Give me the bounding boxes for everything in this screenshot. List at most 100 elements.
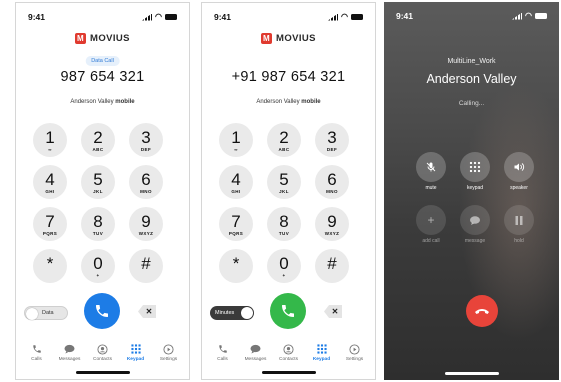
phone-icon xyxy=(217,343,229,355)
tab-settings[interactable]: Settings xyxy=(340,343,370,362)
pause-icon xyxy=(504,205,534,235)
tab-contacts[interactable]: Contacts xyxy=(274,343,304,362)
settings-icon xyxy=(349,343,361,355)
movius-logo-icon: M xyxy=(75,33,87,44)
chat-icon xyxy=(250,343,262,355)
key-3[interactable]: 3 DEF xyxy=(129,123,163,157)
contacts-icon xyxy=(97,343,109,355)
dial-keypad: 1 ∞ 2 ABC 3 DEF 4 GHI 5 JKL 6 MNO 7 PQRS 8 TUV 9… xyxy=(219,123,359,283)
keypad-button[interactable]: keypad xyxy=(458,152,492,191)
dialed-number[interactable]: +91 987 654 321 xyxy=(202,69,375,85)
signal-icon xyxy=(512,12,523,20)
key-6[interactable]: 6 MNO xyxy=(315,165,349,199)
minutes-call-screen: 9:41 ◠ M MOVIUS +91 987 654 321 Anderson… xyxy=(201,2,376,380)
hang-up-icon xyxy=(475,309,489,314)
key-6[interactable]: 6 MNO xyxy=(129,165,163,199)
call-mode-toggle[interactable]: Minutes xyxy=(210,306,254,320)
key-star[interactable]: * xyxy=(219,249,253,283)
wifi-icon: ◠ xyxy=(155,12,162,21)
toggle-knob xyxy=(241,307,253,319)
key-0[interactable]: 0 + xyxy=(81,249,115,283)
signal-icon xyxy=(142,13,153,21)
voicemail-icon: ∞ xyxy=(234,146,238,152)
contact-label: Anderson Valley mobile xyxy=(202,99,375,105)
tab-settings[interactable]: Settings xyxy=(154,343,184,362)
key-3[interactable]: 3 DEF xyxy=(315,123,349,157)
tab-contacts[interactable]: Contacts xyxy=(88,343,118,362)
key-9[interactable]: 9 WXYZ xyxy=(129,207,163,241)
contact-name: Anderson Valley xyxy=(256,99,300,105)
key-1[interactable]: 1 ∞ xyxy=(33,123,67,157)
call-controls: mute keypad speaker + add call message h… xyxy=(414,152,536,244)
key-4[interactable]: 4 GHI xyxy=(33,165,67,199)
tab-messages[interactable]: Messages xyxy=(241,343,271,362)
tab-calls[interactable]: Calls xyxy=(208,343,238,362)
dial-keypad: 1 ∞ 2 ABC 3 DEF 4 GHI 5 JKL 6 MNO 7 PQRS 8 TUV 9… xyxy=(33,123,173,283)
key-hash[interactable]: # xyxy=(315,249,349,283)
speaker-button[interactable]: speaker xyxy=(502,152,536,191)
message-button[interactable]: message xyxy=(458,205,492,244)
callee-name: Anderson Valley xyxy=(426,72,517,86)
status-time: 9:41 xyxy=(396,11,414,21)
data-call-badge: Data Call xyxy=(85,56,120,66)
home-indicator xyxy=(261,371,316,374)
tab-calls[interactable]: Calls xyxy=(22,343,52,362)
call-button[interactable] xyxy=(270,293,306,329)
status-time: 9:41 xyxy=(28,12,46,22)
add-call-button[interactable]: + add call xyxy=(414,205,448,244)
key-5[interactable]: 5 JKL xyxy=(81,165,115,199)
phone-icon xyxy=(282,305,294,317)
key-1[interactable]: 1 ∞ xyxy=(219,123,253,157)
key-8[interactable]: 8 TUV xyxy=(81,207,115,241)
key-8[interactable]: 8 TUV xyxy=(267,207,301,241)
plus-icon: + xyxy=(416,205,446,235)
keypad-icon xyxy=(130,343,142,355)
call-mode-toggle[interactable]: Data xyxy=(24,306,68,320)
hold-button[interactable]: hold xyxy=(502,205,536,244)
key-2[interactable]: 2 ABC xyxy=(81,123,115,157)
key-9[interactable]: 9 WXYZ xyxy=(315,207,349,241)
bottom-tab-bar: Calls Messages Contacts Keypad Settings xyxy=(16,343,189,362)
movius-logo-icon: M xyxy=(261,33,273,44)
key-5[interactable]: 5 JKL xyxy=(267,165,301,199)
battery-icon xyxy=(351,14,363,20)
dialed-number[interactable]: 987 654 321 xyxy=(16,69,189,85)
brand-logo: M MOVIUS xyxy=(202,33,375,44)
toggle-label: Data xyxy=(42,310,54,316)
line-name: MultiLine_Work xyxy=(447,58,496,65)
key-star[interactable]: * xyxy=(33,249,67,283)
speaker-icon xyxy=(504,152,534,182)
brand-name: MOVIUS xyxy=(90,33,130,44)
key-7[interactable]: 7 PQRS xyxy=(219,207,253,241)
keypad-icon xyxy=(316,343,328,355)
settings-icon xyxy=(163,343,175,355)
call-button[interactable] xyxy=(84,293,120,329)
status-time: 9:41 xyxy=(214,12,232,22)
key-hash[interactable]: # xyxy=(129,249,163,283)
bottom-tab-bar: Calls Messages Contacts Keypad Settings xyxy=(202,343,375,362)
status-bar: 9:41 ◠ xyxy=(214,11,363,23)
key-0[interactable]: 0 + xyxy=(267,249,301,283)
end-call-button[interactable] xyxy=(466,295,498,327)
backspace-icon[interactable]: ✕ xyxy=(324,305,342,318)
tab-keypad[interactable]: Keypad xyxy=(307,343,337,362)
signal-icon xyxy=(328,13,339,21)
phone-icon xyxy=(96,305,108,317)
call-status: Calling... xyxy=(458,100,485,107)
mute-button[interactable]: mute xyxy=(414,152,448,191)
tab-keypad[interactable]: Keypad xyxy=(121,343,151,362)
key-2[interactable]: 2 ABC xyxy=(267,123,301,157)
wifi-icon: ◠ xyxy=(525,11,532,20)
status-bar: 9:41 ◠ xyxy=(396,10,547,22)
key-7[interactable]: 7 PQRS xyxy=(33,207,67,241)
contact-type: mobile xyxy=(301,99,321,105)
contact-name: Anderson Valley xyxy=(70,99,114,105)
wifi-icon: ◠ xyxy=(341,12,348,21)
message-icon xyxy=(460,205,490,235)
backspace-icon[interactable]: ✕ xyxy=(138,305,156,318)
tab-messages[interactable]: Messages xyxy=(55,343,85,362)
key-4[interactable]: 4 GHI xyxy=(219,165,253,199)
status-bar: 9:41 ◠ xyxy=(28,11,177,23)
home-indicator xyxy=(75,371,130,374)
voicemail-icon: ∞ xyxy=(48,146,52,152)
